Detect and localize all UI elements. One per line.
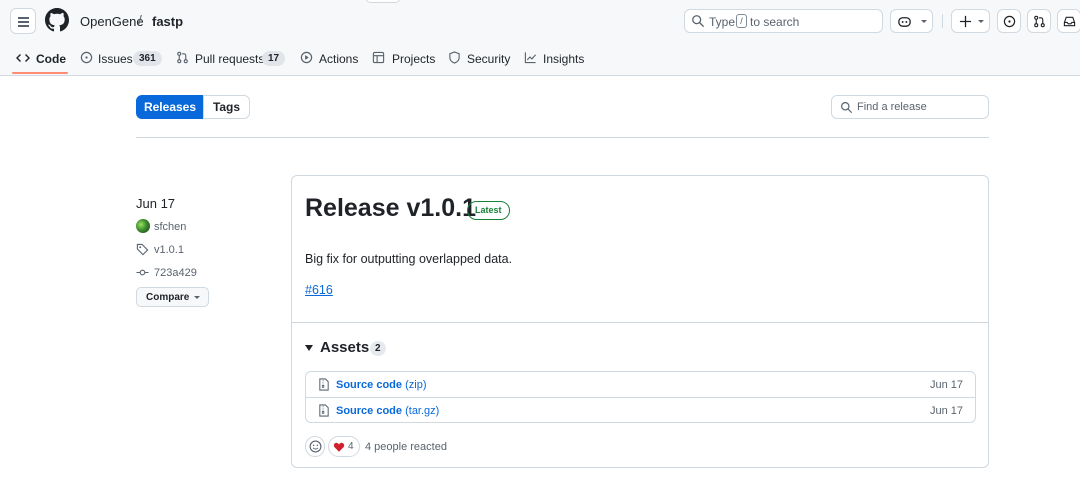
release-card: Release v1.0.1 Latest Big fix for output… — [291, 175, 989, 468]
add-reaction-button[interactable] — [305, 436, 325, 457]
issues-count-badge: 361 — [133, 51, 162, 66]
assets-count-badge: 2 — [370, 341, 386, 356]
inbox-icon — [1063, 16, 1076, 27]
shield-icon — [449, 51, 460, 64]
menu-button[interactable] — [10, 8, 36, 34]
compare-label: Compare — [146, 292, 190, 303]
list-item[interactable]: Source code (tar.gz) Jun 17 — [306, 397, 975, 422]
tab-actions-label: Actions — [319, 52, 359, 66]
heart-icon — [333, 442, 345, 452]
copilot-icon — [898, 17, 911, 27]
find-release-input[interactable]: Find a release — [831, 95, 989, 119]
releases-tab-button[interactable]: Releases — [136, 95, 204, 119]
breadcrumb-separator: / — [138, 12, 142, 28]
search-hint-suffix: to search — [750, 15, 800, 29]
tab-code[interactable]: Code — [16, 50, 68, 68]
heart-count: 4 — [348, 441, 354, 452]
create-new-button[interactable] — [951, 9, 990, 33]
github-logo-icon[interactable] — [45, 8, 69, 32]
tab-pull-requests[interactable]: Pull requests 17 — [176, 50, 286, 68]
git-pull-request-icon — [1034, 15, 1045, 28]
asset-link[interactable]: Source code (tar.gz) — [336, 405, 439, 417]
file-zip-icon — [319, 378, 329, 391]
play-icon — [300, 51, 313, 64]
file-zip-icon — [319, 404, 329, 417]
tab-code-label: Code — [36, 52, 66, 66]
asset-date: Jun 17 — [929, 379, 963, 391]
search-shortcut-key: / — [736, 14, 747, 28]
app-header: OpenGene / fastp Type / to search Code I… — [0, 0, 1080, 76]
graph-icon — [524, 52, 537, 64]
inbox-button[interactable] — [1057, 9, 1080, 33]
tab-security-label: Security — [467, 52, 511, 66]
heart-reaction-button[interactable]: 4 — [328, 436, 360, 457]
chevron-down-icon — [978, 20, 984, 23]
release-author[interactable]: sfchen — [136, 219, 206, 235]
tab-projects[interactable]: Projects — [372, 50, 436, 68]
smiley-icon — [309, 440, 322, 453]
asset-link[interactable]: Source code (zip) — [336, 379, 426, 391]
release-date: Jun 17 — [136, 196, 176, 211]
breadcrumb-repo[interactable]: fastp — [152, 14, 183, 29]
chevron-down-icon — [921, 20, 927, 23]
window-handle — [366, 0, 400, 3]
code-icon — [16, 54, 30, 62]
chevron-down-icon — [194, 296, 200, 299]
active-tab-indicator — [12, 72, 68, 74]
assets-list: Source code (zip) Jun 17 Source code (ta… — [305, 371, 976, 423]
copilot-button[interactable] — [890, 9, 933, 33]
tab-issues-label: Issues — [98, 52, 133, 66]
pull-requests-count-badge: 17 — [262, 51, 286, 66]
release-author-name[interactable]: sfchen — [154, 221, 186, 233]
triangle-down-icon[interactable] — [305, 345, 313, 351]
release-tag[interactable]: v1.0.1 — [136, 242, 206, 258]
tab-insights-label: Insights — [543, 52, 585, 66]
tab-insights[interactable]: Insights — [524, 50, 585, 68]
issues-shortcut-button[interactable] — [997, 9, 1021, 33]
assets-heading[interactable]: Assets — [320, 339, 369, 356]
tab-projects-label: Projects — [392, 52, 436, 66]
release-title[interactable]: Release v1.0.1 — [305, 194, 476, 223]
find-release-placeholder: Find a release — [857, 101, 927, 113]
release-notes: Big fix for outputting overlapped data. — [305, 252, 513, 266]
search-input[interactable]: Type / to search — [684, 9, 883, 33]
pull-requests-shortcut-button[interactable] — [1027, 9, 1051, 33]
release-commit-sha[interactable]: 723a429 — [154, 267, 197, 279]
issue-opened-icon — [80, 51, 93, 64]
tab-pull-requests-label: Pull requests — [195, 52, 265, 66]
asset-date: Jun 17 — [929, 405, 963, 417]
release-tag-label[interactable]: v1.0.1 — [154, 244, 184, 256]
git-commit-icon — [136, 269, 149, 276]
search-hint-prefix: Type — [709, 15, 736, 29]
table-icon — [372, 51, 385, 64]
issue-opened-icon — [1003, 15, 1016, 28]
tab-issues[interactable]: Issues 361 — [80, 50, 162, 68]
avatar[interactable] — [136, 219, 150, 233]
header-divider — [942, 14, 943, 28]
git-pull-request-icon — [177, 51, 188, 64]
latest-badge: Latest — [467, 201, 510, 220]
tag-icon — [136, 243, 149, 256]
list-item[interactable]: Source code (zip) Jun 17 — [306, 372, 975, 397]
release-divider — [292, 322, 988, 323]
search-icon — [841, 102, 852, 113]
compare-button[interactable]: Compare — [136, 287, 209, 307]
tab-actions[interactable]: Actions — [300, 50, 360, 68]
section-divider — [136, 137, 989, 138]
tags-tab-button[interactable]: Tags — [203, 95, 250, 119]
search-icon — [692, 15, 704, 27]
release-commit[interactable]: 723a429 — [136, 265, 206, 281]
reactions-summary: 4 people reacted — [365, 441, 447, 453]
plus-icon — [959, 15, 972, 28]
tab-security[interactable]: Security — [448, 50, 511, 68]
pull-request-link[interactable]: #616 — [305, 283, 333, 297]
breadcrumb-owner[interactable]: OpenGene — [80, 14, 144, 29]
